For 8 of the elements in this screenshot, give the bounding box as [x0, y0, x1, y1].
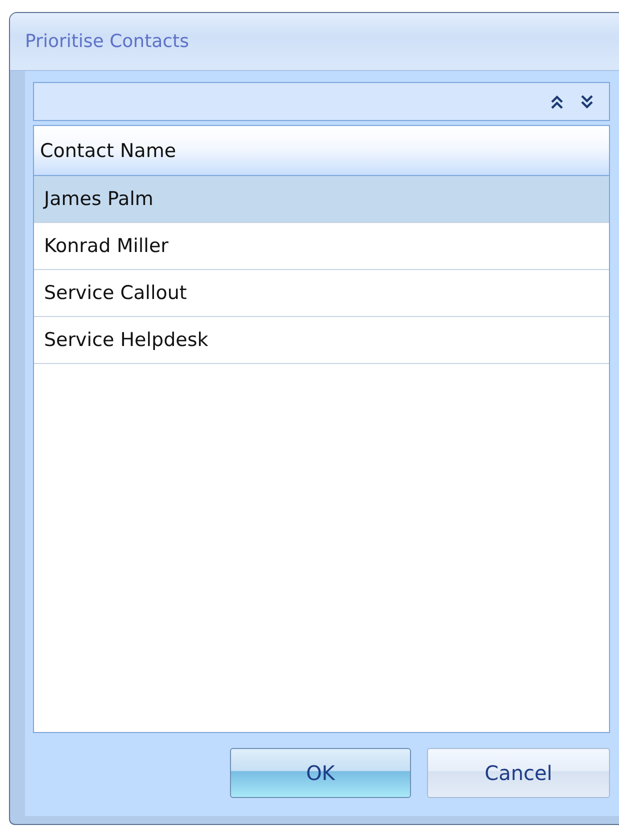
cancel-button[interactable]: Cancel [427, 748, 610, 798]
window-title: Prioritise Contacts [25, 31, 189, 52]
table-row[interactable]: James Palm [34, 176, 609, 223]
ok-button[interactable]: OK [230, 748, 411, 798]
move-up-button[interactable] [549, 94, 565, 110]
move-down-button[interactable] [579, 94, 595, 110]
double-chevron-up-icon [550, 94, 564, 110]
double-chevron-down-icon [580, 94, 594, 110]
